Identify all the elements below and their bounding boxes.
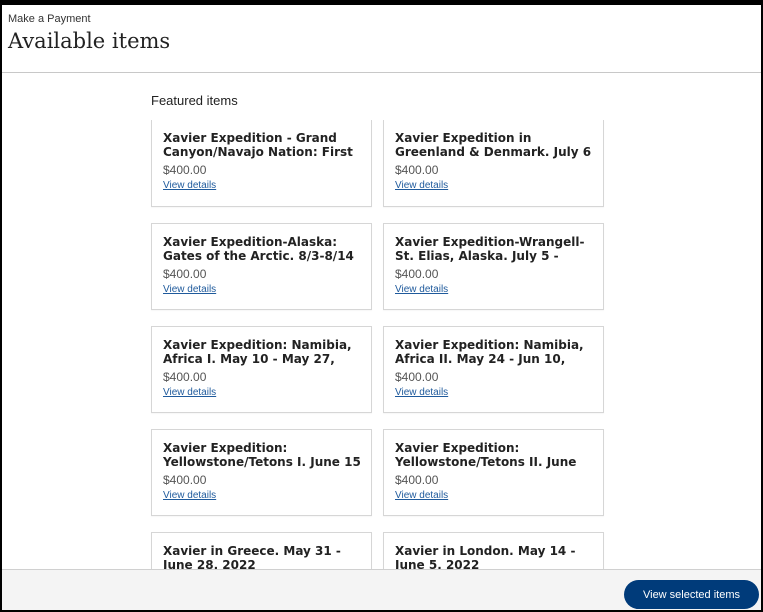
item-card[interactable]: Xavier in London. May 14 - June 5, 2022 — [383, 532, 604, 570]
item-title: Xavier in Greece. May 31 - June 28, 2022 — [163, 544, 341, 570]
section-title: Featured items — [151, 93, 238, 108]
item-price: $400.00 — [163, 370, 207, 384]
item-title: Xavier Expedition: Yellowstone/Tetons II… — [395, 441, 577, 469]
item-price: $400.00 — [395, 267, 439, 281]
item-price: $400.00 — [395, 473, 439, 487]
view-selected-items-button[interactable]: View selected items — [624, 580, 759, 609]
item-title: Xavier Expedition - Grand Canyon/Navajo … — [163, 131, 353, 159]
item-title: Xavier Expedition in Greenland & Denmark… — [395, 131, 592, 159]
page-title: Available items — [8, 29, 171, 53]
main-content[interactable]: Featured items Xavier Expedition - Grand… — [2, 73, 761, 570]
item-card[interactable]: Xavier Expedition-Wrangell-St. Elias, Al… — [383, 223, 604, 310]
item-title: Xavier Expedition: Namibia, Africa I. Ma… — [163, 338, 352, 366]
payment-window: Make a Payment Available items Featured … — [2, 5, 761, 610]
view-details-link[interactable]: View details — [395, 387, 448, 398]
item-title: Xavier Expedition-Alaska: Gates of the A… — [163, 235, 354, 263]
item-title: Xavier Expedition: Namibia, Africa II. M… — [395, 338, 584, 366]
item-card[interactable]: Xavier Expedition: Namibia, Africa II. M… — [383, 326, 604, 413]
view-details-link[interactable]: View details — [395, 284, 448, 295]
item-card[interactable]: Xavier Expedition: Yellowstone/Tetons I.… — [151, 429, 372, 516]
item-card[interactable]: Xavier Expedition in Greenland & Denmark… — [383, 120, 604, 207]
page-header: Make a Payment Available items — [2, 5, 761, 73]
item-price: $400.00 — [163, 473, 207, 487]
item-price: $400.00 — [395, 163, 439, 177]
item-card[interactable]: Xavier Expedition: Namibia, Africa I. Ma… — [151, 326, 372, 413]
footer-bar: View selected items — [2, 569, 761, 610]
item-card[interactable]: Xavier Expedition: Yellowstone/Tetons II… — [383, 429, 604, 516]
item-title: Xavier Expedition-Wrangell-St. Elias, Al… — [395, 235, 585, 263]
item-title: Xavier in London. May 14 - June 5, 2022 — [395, 544, 576, 570]
item-price: $400.00 — [395, 370, 439, 384]
view-details-link[interactable]: View details — [163, 387, 216, 398]
view-details-link[interactable]: View details — [163, 180, 216, 191]
item-title: Xavier Expedition: Yellowstone/Tetons I.… — [163, 441, 361, 469]
item-card[interactable]: Xavier Expedition - Grand Canyon/Navajo … — [151, 120, 372, 207]
item-price: $400.00 — [163, 163, 207, 177]
view-details-link[interactable]: View details — [395, 490, 448, 501]
item-price: $400.00 — [163, 267, 207, 281]
view-details-link[interactable]: View details — [163, 490, 216, 501]
view-details-link[interactable]: View details — [163, 284, 216, 295]
item-card[interactable]: Xavier in Greece. May 31 - June 28, 2022 — [151, 532, 372, 570]
item-card[interactable]: Xavier Expedition-Alaska: Gates of the A… — [151, 223, 372, 310]
view-details-link[interactable]: View details — [395, 180, 448, 191]
breadcrumb[interactable]: Make a Payment — [8, 13, 91, 25]
